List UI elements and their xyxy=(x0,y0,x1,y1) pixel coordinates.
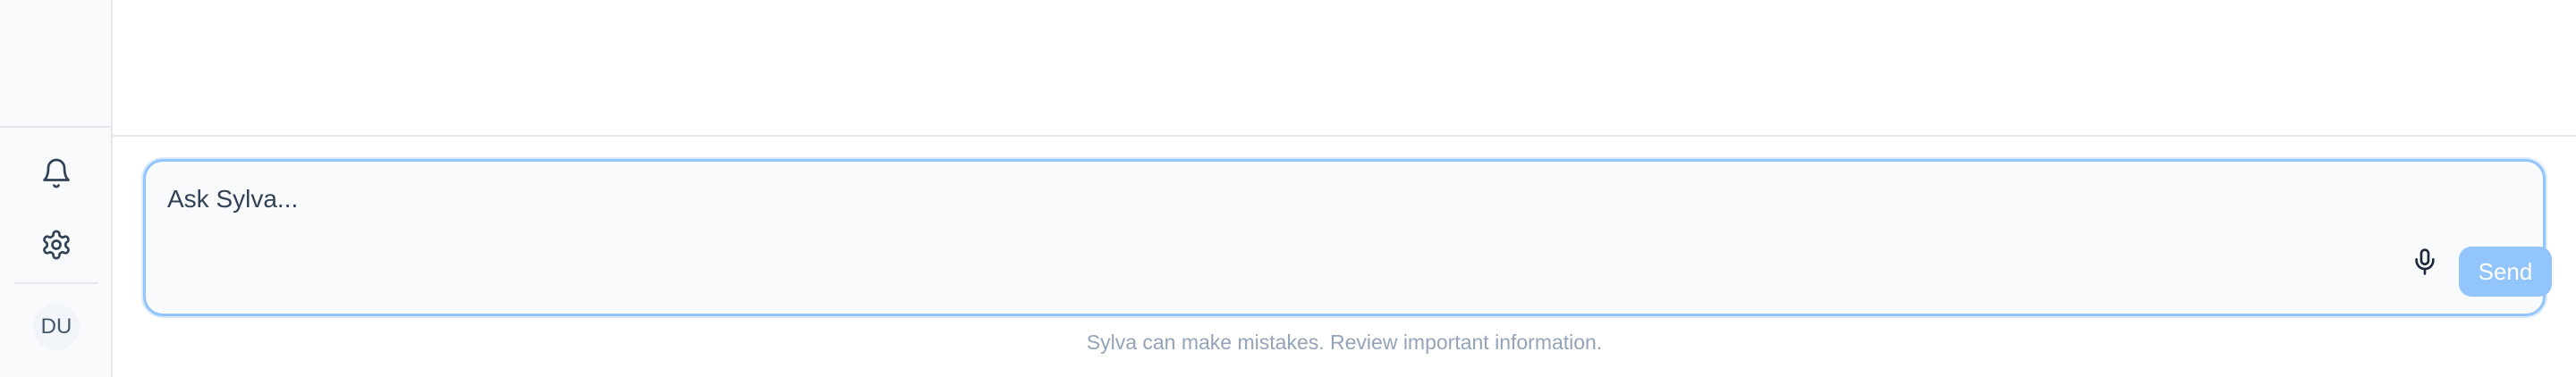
bell-icon[interactable] xyxy=(38,155,74,191)
chat-composer: Send xyxy=(143,159,2552,316)
main-divider xyxy=(113,135,2576,137)
sidebar-divider xyxy=(0,126,113,128)
send-button[interactable]: Send xyxy=(2459,247,2552,297)
sidebar-divider-bottom xyxy=(14,282,98,284)
microphone-icon[interactable] xyxy=(2407,244,2443,280)
gear-icon[interactable] xyxy=(38,227,74,263)
app-window: DU Send Sylva can make mistakes. Review … xyxy=(0,0,2576,377)
chat-input[interactable] xyxy=(167,181,2457,217)
avatar[interactable]: DU xyxy=(33,304,80,350)
disclaimer-text: Sylva can make mistakes. Review importan… xyxy=(1086,331,1603,354)
main-area: Send Sylva can make mistakes. Review imp… xyxy=(113,0,2576,377)
sidebar: DU xyxy=(0,0,113,377)
